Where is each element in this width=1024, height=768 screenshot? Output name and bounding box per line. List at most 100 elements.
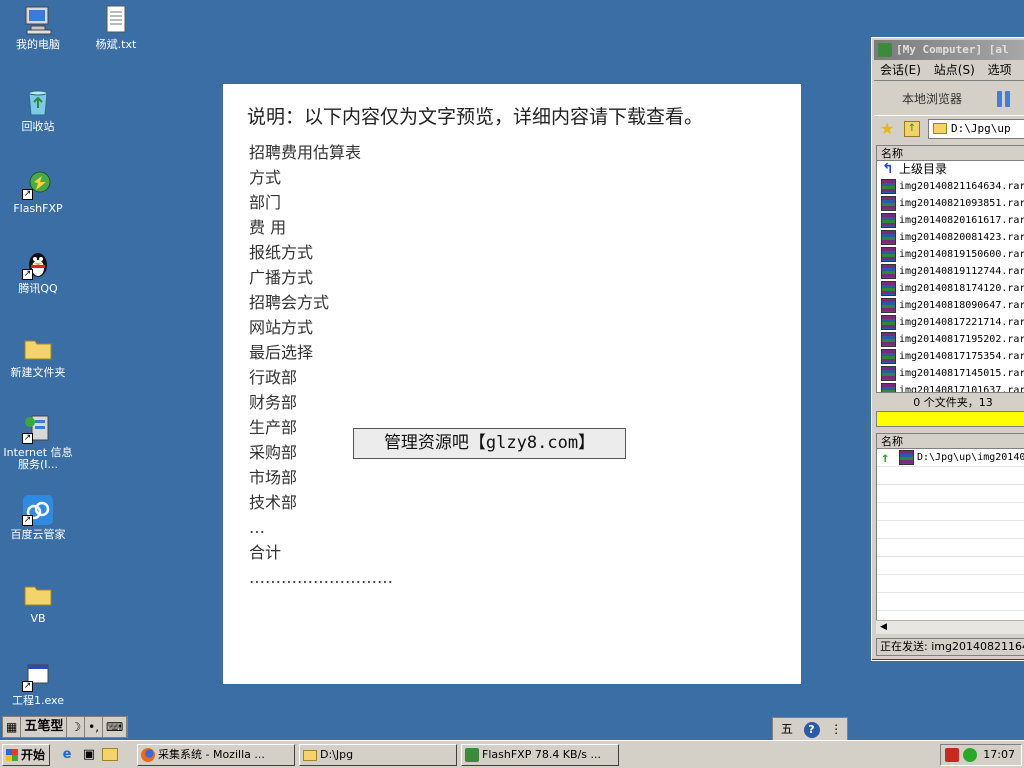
task-label: 采集系统 - Mozilla ... [158,748,265,761]
shortcut-arrow-icon: ↗ [22,269,33,280]
document-line: 招聘费用估算表 [249,143,362,162]
document-line: 合计 [249,543,282,562]
firefox-icon [141,748,155,762]
file-name: img20140819112744.rar [899,266,1024,277]
transfer-queue[interactable]: 名称 ↑ D:\Jpg\up\img20140 [876,433,1024,633]
horizontal-scrollbar[interactable]: ◀ [876,620,1024,634]
path-bar: ★ ↑ D:\Jpg\up [872,116,1024,142]
file-row[interactable]: img20140821164634.rar [877,178,1024,195]
antivirus-tray-icon[interactable] [945,748,959,762]
start-button[interactable]: 开始 [2,744,50,766]
path-input[interactable]: D:\Jpg\up [928,119,1024,139]
punctuation-toggle[interactable]: •, [85,717,104,737]
menu-session[interactable]: 会话(E) [880,63,921,77]
file-row[interactable]: img20140818174120.rar [877,280,1024,297]
desktop-icon-flashfxp[interactable]: ↗ FlashFXP [0,168,76,215]
text-file-icon [100,4,132,36]
file-list[interactable]: 名称 ↰ 上级目录 img20140821164634.rar img20140… [876,145,1024,393]
flashfxp-toolbar: 本地浏览器 [874,80,1024,116]
window-title: [My Computer] [al [896,43,1009,56]
file-row[interactable]: img20140817101637.rar [877,382,1024,393]
document-line: 网站方式 [249,318,314,337]
wubi-tray-button[interactable]: 五 [776,719,798,739]
ime-language-bar: ▦ 五笔型 ☽ •, ⌨ [2,716,129,738]
up-arrow-icon: ↰ [882,161,894,177]
ime-wubi-label[interactable]: 五笔型 [21,717,68,737]
desktop-icon-text-file[interactable]: 杨斌.txt [78,4,154,51]
system-tray: 17:07 [940,744,1022,766]
desktop-icon-baidu-cloud[interactable]: ↗ 百度云管家 [0,494,76,541]
quick-launch: e ▣ [58,746,118,764]
folder-icon [933,123,947,134]
document-line: 市场部 [249,468,298,487]
network-tray-icon[interactable] [963,748,977,762]
file-row[interactable]: img20140820081423.rar [877,229,1024,246]
queue-empty-row [877,575,1024,593]
local-browser-button[interactable]: 本地浏览器 [882,87,982,111]
rar-archive-icon [881,247,896,262]
pause-icon[interactable] [994,89,1014,109]
desktop-icon-vb-folder[interactable]: VB [0,578,76,625]
show-desktop-icon[interactable]: ▣ [80,746,98,764]
file-row[interactable]: img20140817195202.rar [877,331,1024,348]
queue-empty-row [877,593,1024,611]
shortcut-arrow-icon: ↗ [22,515,33,526]
help-icon: ? [803,722,820,738]
document-line: ……………………… [249,568,393,587]
help-button[interactable]: ? [801,719,823,739]
menu-options[interactable]: 选项 [988,63,1012,77]
flashfxp-title-bar[interactable]: [My Computer] [al [874,40,1024,60]
path-text: D:\Jpg\up [951,122,1011,135]
exe-app-icon: ↗ [22,660,54,692]
desktop-icon-qq[interactable]: ↗ 腾讯QQ [0,248,76,295]
flashfxp-icon [465,748,479,762]
toolbar-options-icon[interactable]: ⋮ [825,719,847,739]
file-row[interactable]: img20140818090647.rar [877,297,1024,314]
file-row[interactable]: img20140821093851.rar [877,195,1024,212]
folder-icon [303,750,317,761]
desktop-icon-my-computer[interactable]: 我的电脑 [0,4,76,51]
file-row[interactable]: img20140819150600.rar [877,246,1024,263]
desktop-icon-label: VB [30,612,46,625]
ime-toggle-icon[interactable]: ▦ [3,717,22,737]
folder-icon [22,578,54,610]
desktop-icon-label: 工程1.exe [11,694,64,707]
file-row[interactable]: img20140817145015.rar [877,365,1024,382]
parent-directory-row[interactable]: ↰ 上级目录 [877,161,1024,178]
menu-sites[interactable]: 站点(S) [934,63,975,77]
file-row[interactable]: img20140817175354.rar [877,348,1024,365]
shortcut-arrow-icon: ↗ [22,681,33,692]
column-header-name[interactable]: 名称 [877,146,1024,161]
favorites-star-icon[interactable]: ★ [880,120,894,138]
task-button-flashfxp[interactable]: FlashFXP 78.4 KB/s ... [461,744,619,766]
internet-explorer-icon[interactable]: e [58,746,76,764]
folder-icon[interactable] [102,748,118,761]
rar-archive-icon [881,196,896,211]
queue-empty-row [877,467,1024,485]
scroll-left-icon[interactable]: ◀ [880,622,887,632]
file-row[interactable]: img20140820161617.rar [877,212,1024,229]
desktop-icon-new-folder[interactable]: 新建文件夹 [0,332,76,379]
desktop-icon-label: 回收站 [21,120,55,133]
file-row[interactable]: img20140817221714.rar [877,314,1024,331]
queue-column-header-name[interactable]: 名称 [877,434,1024,449]
desktop-icon-iis[interactable]: ↗ Internet 信息服务(I... [0,412,76,471]
desktop-icon-recycle-bin[interactable]: 回收站 [0,86,76,133]
task-button-folder[interactable]: D:\Jpg [299,744,457,766]
desktop-icon-exe[interactable]: ↗ 工程1.exe [0,660,76,707]
document-line: … [249,518,265,537]
file-name: img20140817101637.rar [899,385,1024,393]
desktop-icon-label: 腾讯QQ [18,282,58,295]
shortcut-arrow-icon: ↗ [22,433,33,444]
clock[interactable]: 17:07 [983,745,1015,765]
soft-keyboard-icon[interactable]: ⌨ [103,717,128,737]
half-width-moon-icon[interactable]: ☽ [67,717,86,737]
desktop-icon-label: Internet 信息服务(I... [3,446,73,471]
document-line: 行政部 [249,368,298,387]
document-line: 报纸方式 [249,243,314,262]
file-row[interactable]: img20140819112744.rar [877,263,1024,280]
queue-item[interactable]: ↑ D:\Jpg\up\img20140 [877,449,1024,467]
document-notice: 说明：以下内容仅为文字预览，详细内容请下载查看。 [247,106,704,128]
task-button-firefox[interactable]: 采集系统 - Mozilla ... [137,744,295,766]
parent-folder-icon[interactable]: ↑ [904,121,920,137]
